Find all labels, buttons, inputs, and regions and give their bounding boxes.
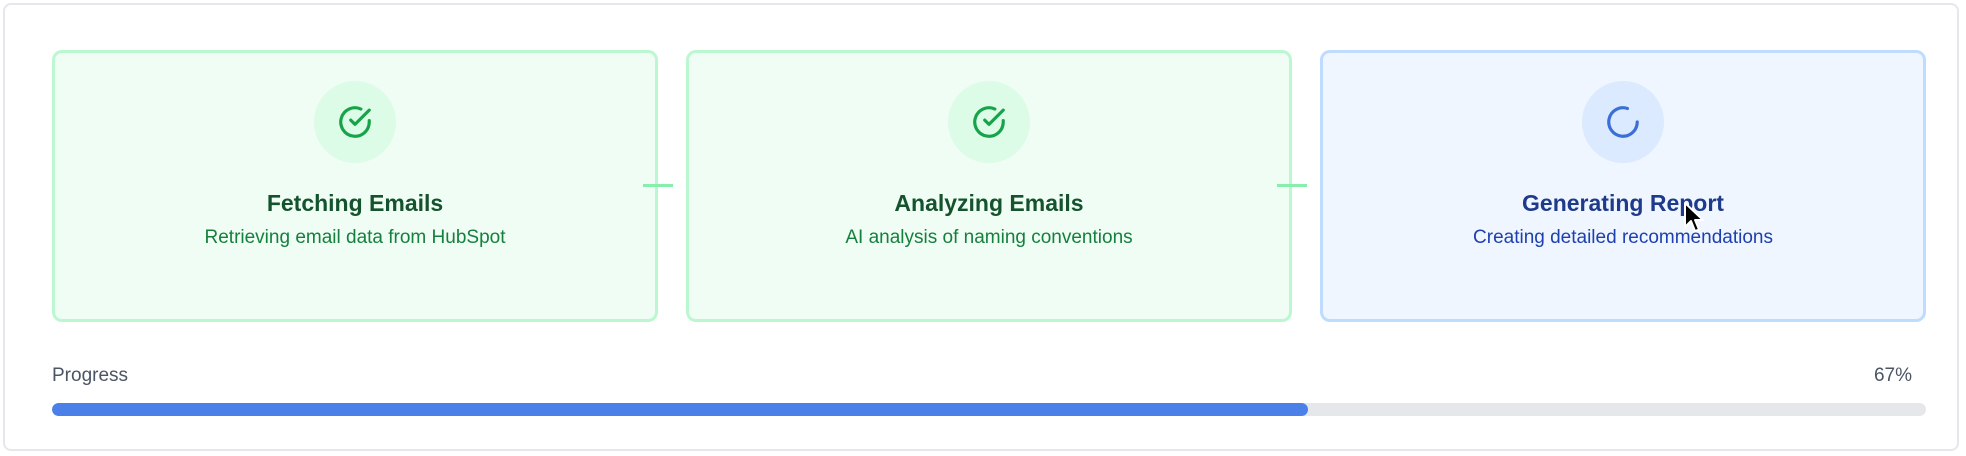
step-title: Generating Report	[1522, 190, 1724, 216]
check-circle-icon	[339, 106, 371, 138]
progress-label: Progress	[52, 365, 129, 386]
check-circle-icon	[973, 106, 1005, 138]
step-icon-badge	[948, 81, 1030, 163]
progress-panel: Fetching Emails Retrieving email data fr…	[3, 3, 1959, 451]
step-connector	[643, 184, 673, 187]
step-title: Analyzing Emails	[894, 190, 1084, 216]
step-description: AI analysis of naming conventions	[845, 227, 1133, 248]
spinner-icon	[1607, 106, 1639, 138]
step-description: Retrieving email data from HubSpot	[204, 227, 506, 248]
step-card-generating-report: Generating Report Creating detailed reco…	[1320, 50, 1926, 322]
step-list: Fetching Emails Retrieving email data fr…	[52, 50, 1926, 322]
step-description: Creating detailed recommendations	[1473, 227, 1773, 248]
step-card-fetching-emails: Fetching Emails Retrieving email data fr…	[52, 50, 658, 322]
progress-bar-fill	[52, 403, 1308, 416]
progress-bar	[52, 403, 1926, 416]
step-card-analyzing-emails: Analyzing Emails AI analysis of naming c…	[686, 50, 1292, 322]
step-icon-badge	[314, 81, 396, 163]
step-title: Fetching Emails	[266, 190, 444, 216]
progress-percentage: 67%	[1873, 365, 1912, 386]
mouse-cursor-icon	[1684, 202, 1704, 232]
step-connector	[1277, 184, 1307, 187]
step-icon-badge	[1582, 81, 1664, 163]
